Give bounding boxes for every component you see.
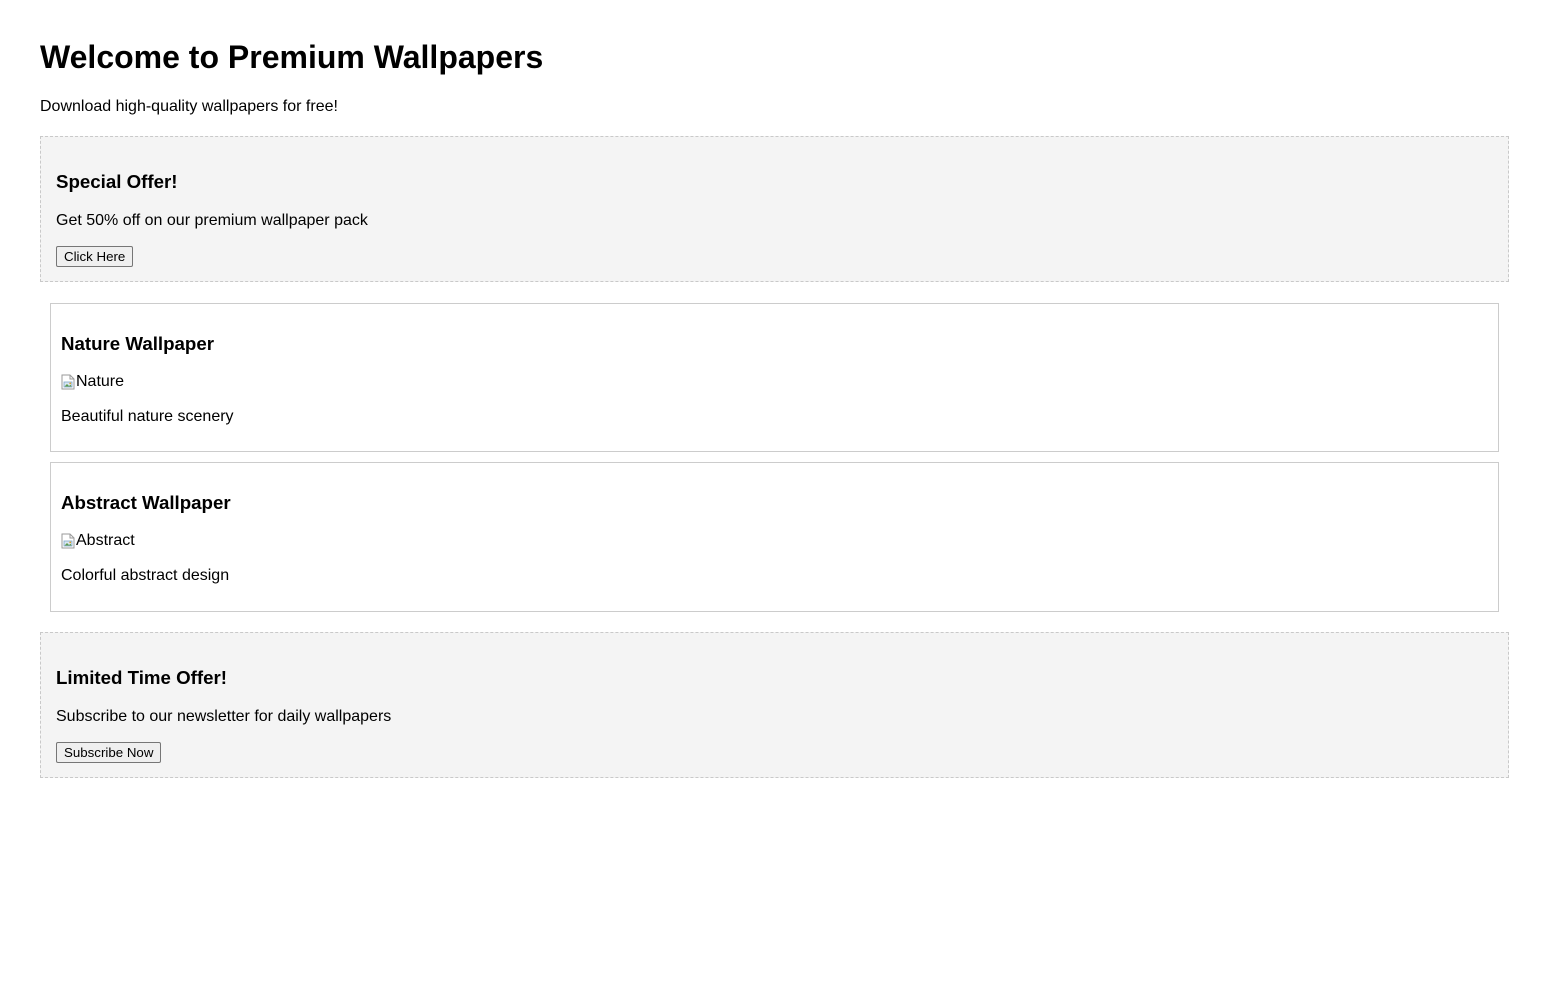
wallpaper-image: Nature — [61, 373, 124, 391]
wallpaper-image-alt: Abstract — [76, 532, 135, 549]
page: Welcome to Premium Wallpapers Download h… — [0, 0, 1549, 991]
wallpaper-title: Nature Wallpaper — [61, 333, 214, 354]
offer-text: Get 50% off on our premium wallpaper pac… — [56, 212, 368, 229]
wallpaper-image-alt: Nature — [76, 373, 125, 390]
offer-title: Limited Time Offer! — [56, 667, 227, 688]
limited-offer-banner: Limited Time Offer! Subscribe to our new… — [40, 632, 1509, 778]
wallpaper-title: Abstract Wallpaper — [61, 492, 231, 513]
broken-image-icon — [61, 374, 75, 390]
wallpaper-description: Colorful abstract design — [61, 567, 230, 584]
offer-title: Special Offer! — [56, 171, 178, 192]
wallpaper-card-abstract: Abstract Wallpaper Abstract Colorful abs… — [50, 462, 1499, 612]
offer-text: Subscribe to our newsletter for daily wa… — [56, 708, 392, 725]
special-offer-banner: Special Offer! Get 50% off on our premiu… — [40, 136, 1509, 282]
subscribe-now-button[interactable]: Subscribe Now — [56, 742, 162, 763]
click-here-button[interactable]: Click Here — [56, 246, 134, 267]
broken-image-icon — [61, 533, 75, 549]
wallpaper-card-nature: Nature Wallpaper Nature Beautiful nature… — [50, 303, 1499, 452]
page-subtitle: Download high-quality wallpapers for fre… — [40, 98, 338, 115]
page-title: Welcome to Premium Wallpapers — [40, 39, 544, 75]
wallpaper-image: Abstract — [61, 532, 135, 550]
wallpaper-description: Beautiful nature scenery — [61, 408, 234, 425]
